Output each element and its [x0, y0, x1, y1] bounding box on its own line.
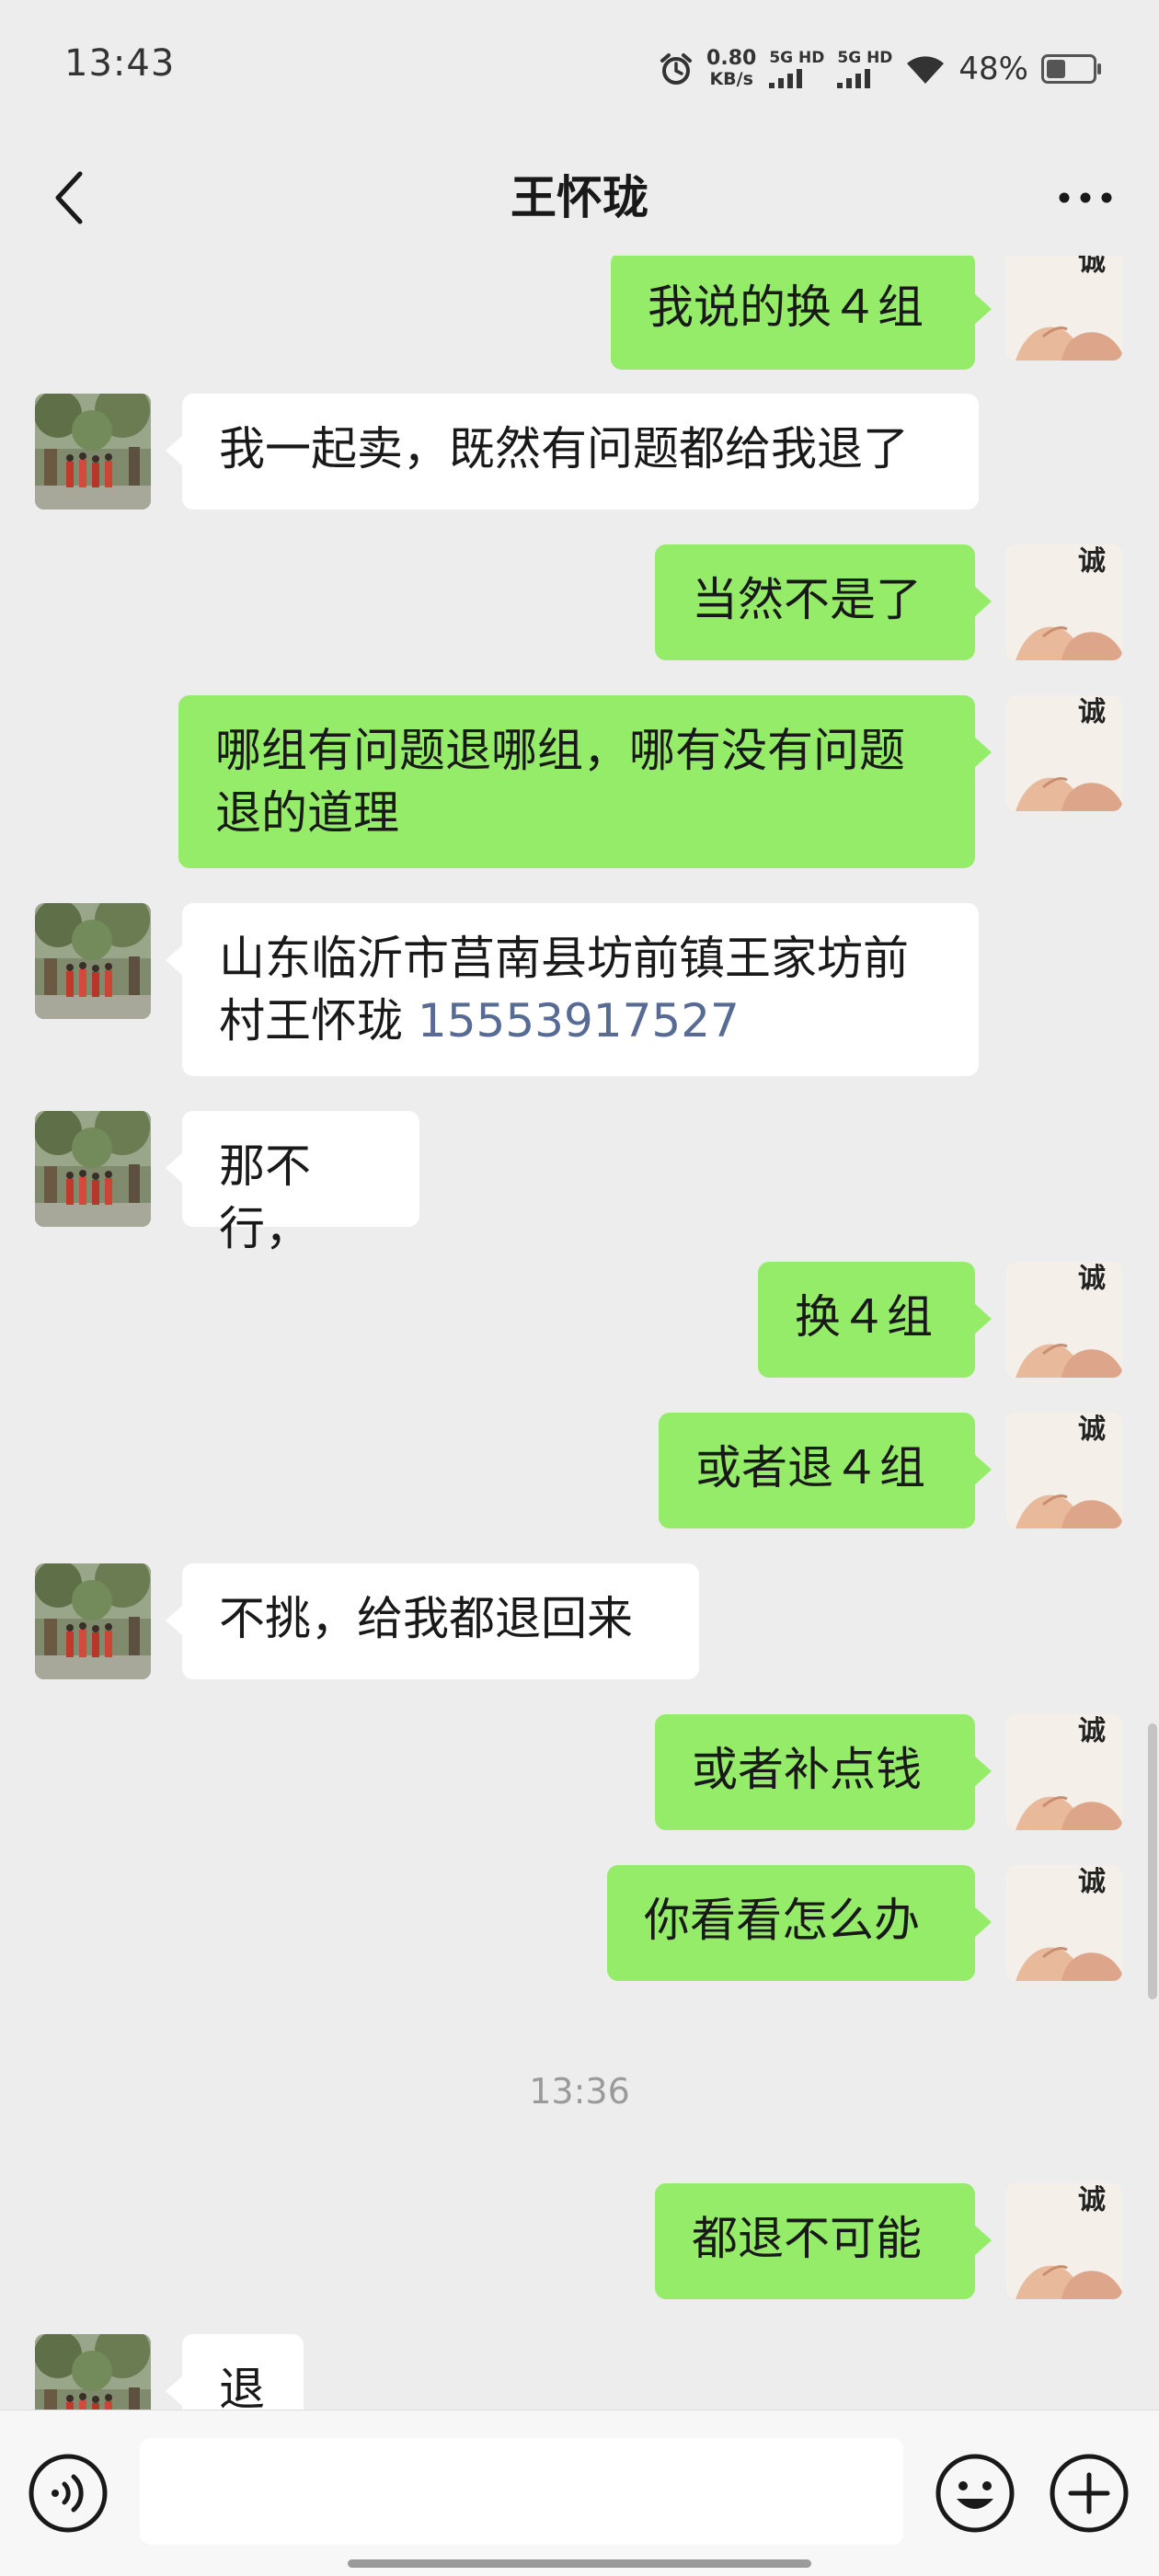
battery-icon: [1041, 54, 1101, 84]
sim2-label: 5G HD: [837, 49, 893, 67]
address-line-2: 村王怀珑: [219, 994, 418, 1048]
contact-avatar[interactable]: [35, 903, 151, 1019]
message-bubble-sent[interactable]: 或者退４组: [659, 1413, 992, 1528]
my-avatar[interactable]: 诚: [1006, 256, 1122, 361]
svg-text:诚: 诚: [1078, 1414, 1106, 1446]
my-avatar[interactable]: 诚: [1006, 1714, 1122, 1830]
my-avatar[interactable]: 诚: [1006, 1413, 1122, 1528]
my-avatar[interactable]: 诚: [1006, 1262, 1122, 1378]
message-list[interactable]: 我说的换４组 诚 我一起卖，既然有问题都给我退了 诚 当然不是了 诚 哪组有问题…: [0, 256, 1159, 2410]
contact-avatar[interactable]: [35, 2334, 151, 2410]
battery-percent: 48%: [958, 51, 1028, 87]
avatar-glyph: 诚: [1078, 256, 1106, 278]
message-bubble-received[interactable]: 那不行，: [166, 1111, 419, 1255]
more-dots-icon: [1059, 192, 1112, 203]
chat-header: 王怀珑: [0, 138, 1159, 258]
signal-bars-icon: [769, 68, 803, 88]
status-icons: 0.80 KB/s 5G HD 5G HD 48%: [659, 46, 1101, 92]
home-indicator[interactable]: [348, 2559, 811, 2568]
svg-text:诚: 诚: [1078, 1263, 1106, 1295]
message-input[interactable]: [140, 2438, 903, 2545]
message-bubble-received[interactable]: 我一起卖，既然有问题都给我退了: [166, 394, 979, 509]
emoji-button[interactable]: [935, 2453, 1016, 2537]
voice-icon: [29, 2454, 108, 2533]
time-separator: 13:36: [529, 2071, 630, 2112]
more-options-button[interactable]: [1049, 166, 1122, 230]
chevron-left-icon: [55, 171, 83, 224]
voice-input-button[interactable]: [28, 2453, 109, 2537]
wifi-icon: [907, 56, 945, 84]
svg-text:诚: 诚: [1078, 1715, 1106, 1747]
message-bubble-sent[interactable]: 都退不可能: [655, 2183, 992, 2299]
status-time: 13:43: [64, 42, 176, 85]
message-bubble-sent[interactable]: 你看看怎么办: [607, 1865, 992, 1981]
address-line-1: 山东临沂市莒南县坊前镇王家坊前: [219, 932, 909, 985]
more-functions-button[interactable]: [1049, 2453, 1130, 2537]
message-bubble-sent[interactable]: 哪组有问题退哪组，哪有没有问题 退的道理: [178, 695, 992, 868]
message-bubble-received[interactable]: 山东临沂市莒南县坊前镇王家坊前 村王怀珑 15553917527: [166, 903, 979, 1076]
message-bubble-sent[interactable]: 换４组: [758, 1262, 992, 1378]
my-avatar[interactable]: 诚: [1006, 1865, 1122, 1981]
message-bubble-sent[interactable]: 我说的换４组: [611, 256, 992, 370]
contact-avatar[interactable]: [35, 1563, 151, 1679]
message-bubble-sent[interactable]: 或者补点钱: [655, 1714, 992, 1830]
my-avatar[interactable]: 诚: [1006, 544, 1122, 660]
svg-text:诚: 诚: [1078, 696, 1106, 728]
network-speed: 0.80 KB/s: [706, 47, 757, 90]
alarm-icon: [660, 53, 693, 85]
message-bubble-sent[interactable]: 当然不是了: [655, 544, 992, 660]
network-speed-unit: KB/s: [709, 69, 753, 89]
phone-number-link[interactable]: 15553917527: [418, 994, 740, 1048]
emoji-icon: [935, 2454, 1015, 2533]
back-button[interactable]: [37, 166, 101, 230]
contact-avatar[interactable]: [35, 394, 151, 509]
signal-bars-icon: [837, 68, 871, 88]
message-bubble-received[interactable]: 退: [166, 2334, 304, 2410]
plus-icon: [1050, 2454, 1129, 2533]
chat-title: 王怀珑: [511, 171, 648, 224]
svg-text:诚: 诚: [1078, 1866, 1106, 1898]
input-bar: [0, 2410, 1159, 2576]
status-bar: 13:43 0.80 KB/s 5G HD 5G HD 48%: [0, 0, 1159, 138]
sim1-signal: 5G HD: [769, 50, 824, 88]
contact-avatar[interactable]: [35, 1111, 151, 1227]
message-bubble-received[interactable]: 不挑，给我都退回来: [166, 1563, 699, 1679]
sim2-signal: 5G HD: [837, 50, 892, 88]
sim1-label: 5G HD: [769, 49, 825, 67]
svg-text:诚: 诚: [1078, 2184, 1106, 2216]
my-avatar[interactable]: 诚: [1006, 695, 1122, 811]
my-avatar[interactable]: 诚: [1006, 2183, 1122, 2299]
svg-text:诚: 诚: [1078, 545, 1106, 578]
scrollbar[interactable]: [1148, 1723, 1157, 1999]
network-speed-value: 0.80: [706, 47, 757, 70]
